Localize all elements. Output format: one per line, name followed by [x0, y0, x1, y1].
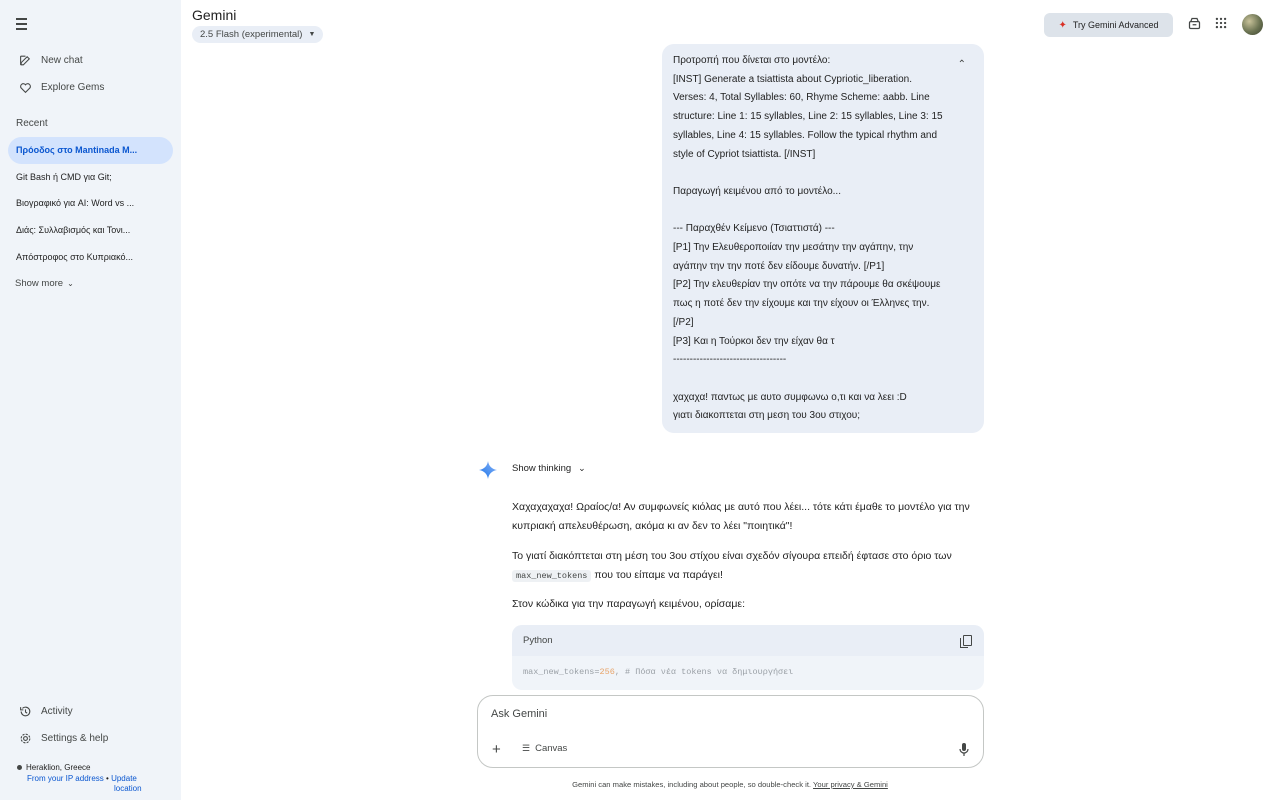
show-thinking-toggle[interactable]: Show thinking ⌄ — [512, 463, 586, 474]
microphone-icon[interactable] — [959, 743, 969, 756]
recent-chat-item[interactable]: Git Bash ή CMD για Git; — [8, 164, 173, 191]
location-dot-icon — [17, 765, 22, 771]
code-block-header: Python — [512, 625, 984, 656]
show-more-label: Show more — [15, 278, 64, 289]
recent-chat-item[interactable]: Πρόοδος στο Mantinada M... — [8, 137, 173, 164]
location-info: Heraklion, Greece From your IP address •… — [17, 763, 142, 795]
code-text: max_new_tokens= — [523, 667, 600, 677]
location-place: Heraklion, Greece — [26, 763, 91, 772]
model-selector[interactable]: 2.5 Flash (experimental) ▼ — [192, 26, 324, 43]
user-message-bubble: ⌃ Προτροπή που δίνεται στο μοντέλο: [INS… — [662, 44, 984, 433]
apps-grid-icon[interactable] — [1214, 16, 1230, 32]
settings-help-label: Settings & help — [41, 732, 109, 744]
explore-gems-button[interactable]: Explore Gems — [18, 80, 104, 94]
activity-label: Activity — [41, 705, 73, 717]
inline-code: max_new_tokens — [512, 570, 592, 582]
footer-disclaimer: Gemini can make mistakes, including abou… — [0, 780, 1280, 789]
recent-chat-item[interactable]: Διάς: Συλλαβισμός και Τονι... — [8, 217, 173, 244]
user-message-paragraph: Προτροπή που δίνεται στο μοντέλο: [INST]… — [673, 55, 943, 160]
recent-chat-item[interactable]: Απόστροφος στο Κυπριακό... — [8, 244, 173, 271]
response-paragraph: Χαχαχαχαχα! Ωραίος/α! Αν συμφωνείς κιόλα… — [512, 501, 970, 532]
code-number: 256 — [599, 667, 615, 677]
sidebar: New chat Explore Gems Recent Πρόοδος στο… — [0, 0, 181, 800]
edit-icon — [18, 53, 32, 67]
gemini-sparkle-icon — [479, 461, 497, 479]
prompt-input-placeholder[interactable]: Ask Gemini — [491, 708, 547, 720]
code-comment: , # Πόσα νέα tokens να δημιουργήσει — [614, 667, 794, 677]
show-more-button[interactable]: Show more ⌄ — [15, 278, 74, 289]
response-text: Το γιατί διακόπτεται στη μέση του 3ου στ… — [512, 550, 952, 562]
recent-heading: Recent — [16, 118, 48, 129]
user-message-paragraph: χαχαχα! παντως με αυτο συμφωνω ο,τι και … — [673, 391, 907, 422]
privacy-link[interactable]: Your privacy & Gemini — [813, 780, 888, 789]
disclaimer-text: Gemini can make mistakes, including abou… — [572, 780, 812, 789]
code-content: max_new_tokens=256, # Πόσα νέα tokens να… — [512, 656, 984, 688]
account-avatar[interactable] — [1242, 14, 1263, 35]
response-text: που του είπαμε να παράγει! — [594, 569, 723, 581]
gem-heart-icon — [18, 80, 32, 94]
canvas-icon: ☰ — [522, 743, 531, 753]
app-title: Gemini — [192, 7, 237, 23]
chevron-up-icon[interactable]: ⌃ — [958, 56, 966, 75]
user-message-paragraph: Παραγωγή κειμένου από το μοντέλο... — [673, 185, 841, 197]
history-icon — [18, 704, 32, 718]
chevron-down-icon: ⌄ — [67, 279, 74, 288]
prompt-input-box[interactable]: Ask Gemini + ☰ Canvas — [477, 695, 984, 768]
code-block: Python max_new_tokens=256, # Πόσα νέα to… — [512, 625, 984, 690]
explore-gems-label: Explore Gems — [41, 81, 105, 93]
incognito-icon[interactable] — [1187, 16, 1203, 32]
new-chat-button[interactable]: New chat — [18, 53, 83, 67]
try-advanced-button[interactable]: ✦ Try Gemini Advanced — [1044, 13, 1173, 37]
show-thinking-label: Show thinking — [512, 463, 572, 474]
response-paragraph: Στον κώδικα για την παραγωγή κειμένου, ο… — [512, 598, 745, 610]
try-advanced-label: Try Gemini Advanced — [1072, 20, 1159, 30]
response-paragraph: Το γιατί διακόπτεται στη μέση του 3ου στ… — [512, 547, 974, 586]
gear-icon — [18, 731, 32, 745]
canvas-button[interactable]: ☰ Canvas — [522, 743, 567, 754]
new-chat-label: New chat — [41, 54, 83, 66]
add-icon[interactable]: + — [492, 741, 501, 758]
recent-list: Πρόοδος στο Mantinada M... Git Bash ή CM… — [8, 137, 173, 270]
settings-help-button[interactable]: Settings & help — [18, 731, 108, 745]
chevron-down-icon: ⌄ — [578, 463, 586, 473]
main-menu-button[interactable] — [16, 18, 32, 32]
user-message-paragraph: --- Παραχθέν Κείμενο (Τσιαττιστά) --- [P… — [673, 223, 941, 366]
model-label: 2.5 Flash (experimental) — [200, 29, 303, 40]
code-language-label: Python — [523, 635, 553, 646]
recent-chat-item[interactable]: Βιογραφικό για AI: Word vs ... — [8, 190, 173, 217]
canvas-label: Canvas — [535, 743, 568, 754]
copy-icon[interactable] — [960, 634, 972, 648]
activity-button[interactable]: Activity — [18, 704, 73, 718]
sparkle-icon: ✦ — [1058, 19, 1067, 31]
caret-down-icon: ▼ — [308, 31, 316, 38]
